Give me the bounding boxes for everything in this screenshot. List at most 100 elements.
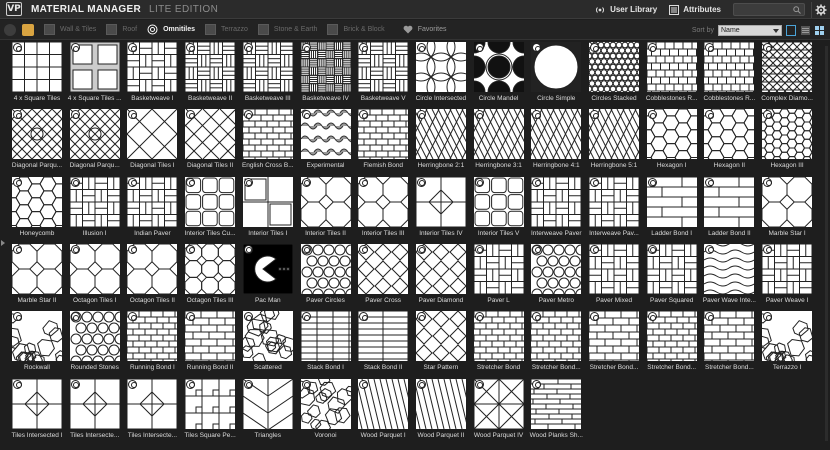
material-thumbnail[interactable] [704, 243, 755, 294]
material-tile[interactable]: Interior Tiles III [358, 176, 409, 241]
material-thumbnail[interactable] [300, 42, 351, 92]
material-thumbnail[interactable] [185, 42, 236, 92]
category-tab-stone-earth[interactable]: Stone & Earth [257, 22, 317, 38]
material-swatch-icon[interactable] [22, 23, 34, 36]
material-tile[interactable]: Wood Planks Sh... [530, 378, 583, 443]
material-tile[interactable]: Circle Mandel [473, 42, 524, 106]
material-thumbnail[interactable] [185, 176, 236, 227]
material-tile[interactable]: Paver Circles [300, 243, 351, 308]
material-tile[interactable]: Voronoi [300, 378, 351, 443]
material-tile[interactable]: Wood Parquet IV [473, 378, 524, 443]
favorites-button[interactable]: Favorites [403, 25, 446, 34]
material-thumbnail[interactable] [531, 42, 582, 92]
material-thumbnail[interactable] [415, 109, 466, 160]
material-tile[interactable]: Paver Weave I [762, 243, 813, 308]
material-thumbnail[interactable] [12, 42, 62, 92]
material-thumbnail[interactable] [69, 243, 120, 294]
material-thumbnail[interactable] [127, 42, 178, 92]
material-thumbnail[interactable] [704, 109, 755, 160]
material-tile[interactable]: Interior Tiles V [473, 176, 524, 241]
material-tile[interactable]: Interior Tiles II [300, 176, 351, 241]
settings-button[interactable] [811, 1, 827, 18]
material-thumbnail[interactable] [127, 311, 178, 362]
material-thumbnail[interactable] [589, 311, 639, 362]
category-tab-brick-block[interactable]: Brick & Block [327, 22, 385, 38]
category-tab-terrazzo[interactable]: Terrazzo [205, 22, 248, 38]
material-tile[interactable]: Paver Mixed [589, 243, 639, 308]
material-thumbnail[interactable] [762, 243, 813, 294]
material-tile[interactable]: Hexagon I [646, 109, 697, 173]
material-thumbnail[interactable] [415, 42, 466, 92]
material-tile[interactable]: Herringbone 2:1 [415, 109, 466, 173]
material-tile[interactable]: Ladder Bond II [704, 176, 755, 241]
material-tile[interactable]: Pac Man [242, 243, 293, 308]
material-thumbnail[interactable] [589, 109, 639, 160]
material-tile[interactable]: Running Bond II [185, 311, 236, 375]
material-thumbnail[interactable] [12, 109, 62, 160]
material-tile[interactable]: Stretcher Bond... [589, 311, 639, 375]
material-thumbnail[interactable] [358, 311, 409, 362]
material-thumbnail[interactable] [473, 109, 524, 160]
material-thumbnail[interactable] [358, 42, 409, 92]
material-tile[interactable]: Experimental [300, 109, 351, 173]
material-tile[interactable]: Basketweave III [242, 42, 293, 106]
material-tile[interactable]: Rounded Stones [69, 311, 120, 375]
material-tile[interactable]: Interweave Paver [531, 176, 582, 241]
material-thumbnail[interactable] [300, 243, 351, 294]
attributes-button[interactable]: Attributes [669, 4, 721, 15]
material-thumbnail[interactable] [185, 109, 236, 160]
material-tile[interactable]: 4 x Square Tiles ... [68, 42, 122, 106]
material-tile[interactable]: Circles Stacked [589, 42, 639, 106]
material-tile[interactable]: Basketweave IV [300, 42, 351, 106]
material-thumbnail[interactable] [242, 176, 293, 227]
sort-select[interactable]: Name [718, 24, 782, 36]
material-thumbnail[interactable] [473, 243, 524, 294]
material-thumbnail[interactable] [415, 243, 466, 294]
material-tile[interactable]: Circle Intersected [416, 42, 466, 106]
material-tile[interactable]: Basketweave I [127, 42, 178, 106]
material-tile[interactable]: Stretcher Bond... [646, 311, 697, 375]
view-mode-toggle[interactable] [786, 24, 796, 36]
material-thumbnail[interactable] [704, 311, 755, 362]
material-tile[interactable]: Cobblestones R... [704, 42, 755, 106]
material-tile[interactable]: Hexagon II [704, 109, 755, 173]
material-tile[interactable]: Scattered [242, 311, 293, 375]
material-tile[interactable]: Paver Metro [531, 243, 582, 308]
material-tile[interactable]: Herringbone 3:1 [473, 109, 524, 173]
material-tile[interactable]: Diagonal Tiles I [127, 109, 178, 173]
material-thumbnail[interactable] [300, 109, 351, 160]
material-tile[interactable]: Honeycomb [12, 176, 62, 241]
material-tile[interactable]: Diagonal Parqu... [70, 109, 120, 173]
material-tile[interactable]: Rockwall [12, 311, 62, 375]
material-thumbnail[interactable] [531, 176, 582, 227]
material-thumbnail[interactable] [242, 378, 293, 429]
material-thumbnail[interactable] [12, 378, 62, 429]
material-thumbnail[interactable] [127, 176, 178, 227]
material-thumbnail[interactable] [589, 42, 639, 92]
grid-scrollbar[interactable] [825, 46, 828, 441]
material-thumbnail[interactable] [69, 42, 120, 92]
material-tile[interactable]: Paver Squared [646, 243, 697, 308]
material-tile[interactable]: Paver L [473, 243, 524, 308]
material-thumbnail[interactable] [473, 176, 524, 227]
material-thumbnail[interactable] [242, 243, 293, 294]
material-tile[interactable]: Basketweave II [185, 42, 236, 106]
material-tile[interactable]: Herringbone 4:1 [531, 109, 582, 173]
material-thumbnail[interactable] [358, 378, 409, 429]
material-tile[interactable]: Star Pattern [415, 311, 466, 375]
material-thumbnail[interactable] [300, 176, 351, 227]
material-thumbnail[interactable] [69, 378, 120, 429]
category-tab-wall-tiles[interactable]: Wall & Tiles [44, 22, 96, 38]
material-tile[interactable]: Stack Bond I [300, 311, 351, 375]
material-tile[interactable]: Circle Simple [531, 42, 582, 106]
material-thumbnail[interactable] [646, 42, 697, 92]
search-input[interactable] [733, 3, 805, 16]
material-thumbnail[interactable] [589, 176, 639, 227]
material-thumbnail[interactable] [12, 311, 62, 362]
material-tile[interactable]: Octagon Tiles II [127, 243, 178, 308]
material-thumbnail[interactable] [762, 311, 813, 362]
material-thumbnail[interactable] [185, 243, 236, 294]
material-thumbnail[interactable] [358, 243, 409, 294]
material-tile[interactable]: Stretcher Bond... [531, 311, 582, 375]
material-tile[interactable]: Triangles [242, 378, 293, 443]
